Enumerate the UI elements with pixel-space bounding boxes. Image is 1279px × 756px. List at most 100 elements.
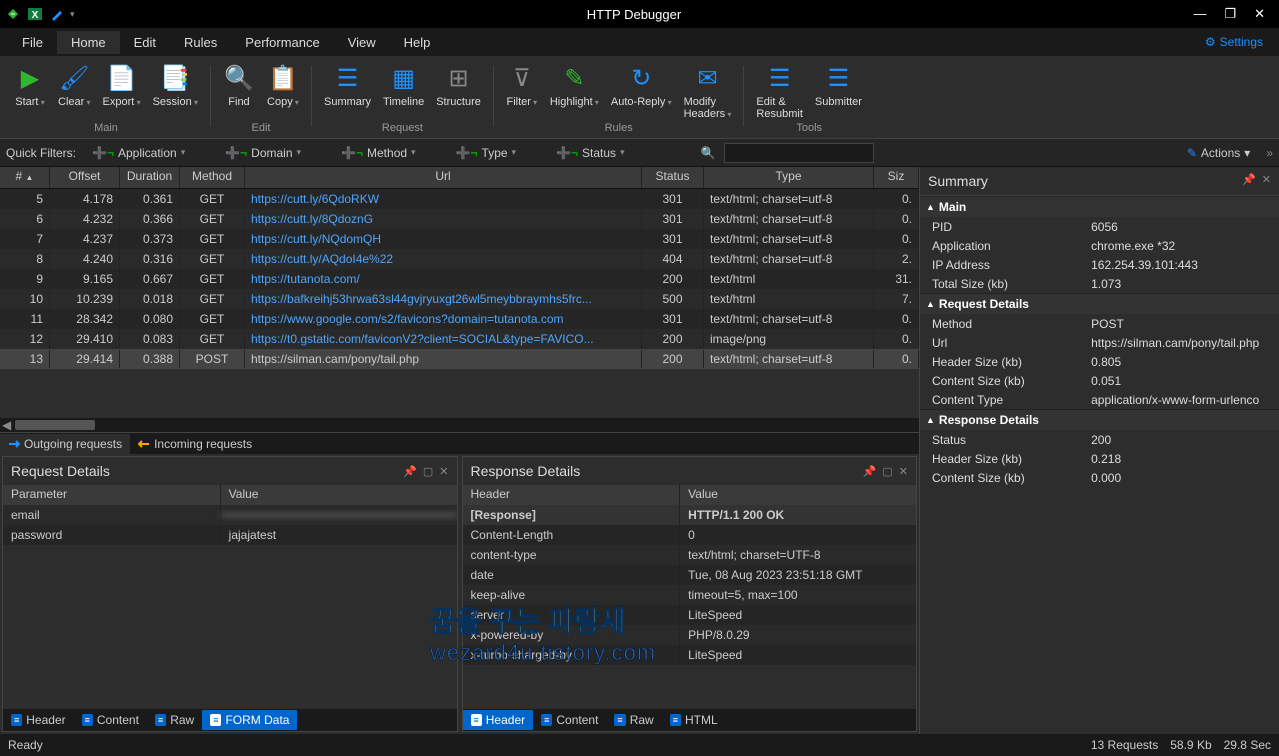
panel-tab-formdata[interactable]: ≡FORM Data (202, 710, 297, 730)
quick-access-icons: X ▾ (4, 5, 75, 23)
menu-view[interactable]: View (334, 31, 390, 54)
menu-home[interactable]: Home (57, 31, 120, 54)
kv-row[interactable]: keep-alivetimeout=5, max=100 (463, 585, 917, 605)
col-header-offset[interactable]: Offset (50, 167, 120, 188)
filter-status[interactable]: ➕¬Status▾ (548, 144, 633, 162)
panel-tab-content[interactable]: ≡Content (74, 710, 147, 730)
col-header-duration[interactable]: Duration (120, 167, 180, 188)
settings-button[interactable]: ⚙Settings (1205, 35, 1271, 49)
ribbon-structure[interactable]: ⊞Structure (430, 62, 487, 120)
menu-performance[interactable]: Performance (231, 31, 333, 54)
pin-icon[interactable]: 📌 (1242, 173, 1256, 189)
col-header-type[interactable]: Type (704, 167, 874, 188)
col-header-status[interactable]: Status (642, 167, 704, 188)
search-icon[interactable]: 🔍 (701, 146, 716, 160)
chevron-down-icon: ▾ (1244, 146, 1250, 160)
kv-row[interactable]: x-powered-byPHP/8.0.29 (463, 625, 917, 645)
table-row[interactable]: 74.2370.373GEThttps://cutt.ly/NQdomQH301… (0, 229, 919, 249)
kv-row[interactable]: [Response]HTTP/1.1 200 OK (463, 505, 917, 525)
summary-row: Header Size (kb)0.805 (920, 352, 1279, 371)
res-col-header[interactable]: Header (463, 485, 681, 505)
window-icon[interactable]: ▢ (423, 465, 433, 478)
kv-row[interactable]: x-turbo-charged-byLiteSpeed (463, 645, 917, 665)
maximize-icon[interactable]: ❐ (1224, 6, 1236, 22)
kv-row[interactable]: serverLiteSpeed (463, 605, 917, 625)
table-row[interactable]: 84.2400.316GEThttps://cutt.ly/AQdoI4e%22… (0, 249, 919, 269)
editresubmit-icon: ☰ (764, 62, 796, 94)
ribbon-summary[interactable]: ☰Summary (318, 62, 377, 120)
ribbon-autoreply[interactable]: ↻Auto-Reply ▾ (605, 62, 678, 120)
panel-tab-header[interactable]: ≡Header (463, 710, 534, 730)
ribbon-clear[interactable]: 🖌Clear ▾ (52, 62, 97, 120)
status-time: 29.8 Sec (1224, 738, 1271, 752)
kv-row[interactable]: dateTue, 08 Aug 2023 23:51:18 GMT (463, 565, 917, 585)
response-details-panel: Response Details📌▢✕ HeaderValue [Respons… (462, 456, 918, 732)
ribbon-start[interactable]: ▶Start ▾ (8, 62, 52, 120)
ribbon-filter[interactable]: ⊽Filter ▾ (500, 62, 544, 120)
window-icon[interactable]: ▢ (882, 465, 892, 478)
actions-button[interactable]: ✎ Actions ▾ (1187, 146, 1250, 160)
table-row[interactable]: 1010.2390.018GEThttps://bafkreihj53hrwa6… (0, 289, 919, 309)
filter-method[interactable]: ➕¬Method▾ (333, 144, 424, 162)
ribbon-copy[interactable]: 📋Copy ▾ (261, 62, 305, 120)
kv-row[interactable]: email (3, 505, 457, 525)
summary-group-request-details[interactable]: ▲Request Details (920, 293, 1279, 314)
close-icon[interactable]: ✕ (1254, 6, 1265, 22)
col-header-method[interactable]: Method (180, 167, 245, 188)
menu-rules[interactable]: Rules (170, 31, 231, 54)
panel-tab-raw[interactable]: ≡Raw (147, 710, 202, 730)
menu-file[interactable]: File (8, 31, 57, 54)
req-col-parameter[interactable]: Parameter (3, 485, 221, 505)
table-row[interactable]: 64.2320.366GEThttps://cutt.ly/8QdoznG301… (0, 209, 919, 229)
table-row[interactable]: 99.1650.667GEThttps://tutanota.com/200te… (0, 269, 919, 289)
window-title: HTTP Debugger (75, 7, 1194, 22)
expand-icon[interactable]: » (1266, 146, 1273, 160)
menu-help[interactable]: Help (390, 31, 445, 54)
req-col-value[interactable]: Value (221, 485, 457, 505)
table-row[interactable]: 1329.4140.388POSThttps://silman.cam/pony… (0, 349, 919, 369)
panel-tab-html[interactable]: ≡HTML (662, 710, 726, 730)
excel-icon[interactable]: X (26, 5, 44, 23)
summary-group-main[interactable]: ▲Main (920, 196, 1279, 217)
close-panel-icon[interactable]: ✕ (439, 465, 448, 478)
col-header-url[interactable]: Url (245, 167, 642, 188)
ribbon-session[interactable]: 📑Session ▾ (147, 62, 204, 120)
filter-domain[interactable]: ➕¬Domain▾ (217, 144, 309, 162)
close-panel-icon[interactable]: ✕ (899, 465, 908, 478)
summary-group-response-details[interactable]: ▲Response Details (920, 409, 1279, 430)
res-col-value[interactable]: Value (680, 485, 916, 505)
col-header-size[interactable]: Siz (874, 167, 919, 188)
menu-edit[interactable]: Edit (120, 31, 170, 54)
ribbon-export[interactable]: 📄Export ▾ (97, 62, 147, 120)
brush-icon[interactable] (48, 5, 66, 23)
horizontal-scrollbar[interactable]: ◀ (0, 418, 919, 432)
ribbon-highlight[interactable]: ✎Highlight ▾ (544, 62, 605, 120)
panel-tab-content[interactable]: ≡Content (533, 710, 606, 730)
table-row[interactable]: 1229.4100.083GEThttps://t0.gstatic.com/f… (0, 329, 919, 349)
ribbon-timeline[interactable]: ▦Timeline (377, 62, 430, 120)
kv-row[interactable]: passwordjajajatest (3, 525, 457, 545)
close-panel-icon[interactable]: ✕ (1262, 173, 1271, 189)
tab-outgoing[interactable]: Outgoing requests (0, 434, 130, 454)
pin-icon[interactable]: 📌 (863, 465, 877, 478)
table-row[interactable]: 1128.3420.080GEThttps://www.google.com/s… (0, 309, 919, 329)
search-input[interactable] (724, 143, 874, 163)
kv-row[interactable]: Content-Length0 (463, 525, 917, 545)
panel-tab-raw[interactable]: ≡Raw (606, 710, 661, 730)
pin-icon[interactable]: 📌 (403, 465, 417, 478)
ribbon-find[interactable]: 🔍Find (217, 62, 261, 120)
kv-row[interactable]: content-typetext/html; charset=UTF-8 (463, 545, 917, 565)
ribbon-submitter[interactable]: ☰Submitter (809, 62, 868, 120)
filter-application[interactable]: ➕¬Application▾ (84, 144, 193, 162)
quick-filter-label: Quick Filters: (6, 146, 76, 160)
minimize-icon[interactable]: — (1193, 6, 1206, 22)
col-header-num[interactable]: # ▲ (0, 167, 50, 188)
ribbon-editresubmit[interactable]: ☰Edit &Resubmit (750, 62, 808, 120)
filter-type[interactable]: ➕¬Type▾ (448, 144, 525, 162)
status-ready: Ready (8, 738, 43, 752)
panel-tab-header[interactable]: ≡Header (3, 710, 74, 730)
table-row[interactable]: 54.1780.361GEThttps://cutt.ly/6QdoRKW301… (0, 189, 919, 209)
summary-row: MethodPOST (920, 314, 1279, 333)
ribbon-modifyheaders[interactable]: ✉ModifyHeaders ▾ (678, 62, 738, 120)
tab-incoming[interactable]: Incoming requests (130, 434, 260, 454)
